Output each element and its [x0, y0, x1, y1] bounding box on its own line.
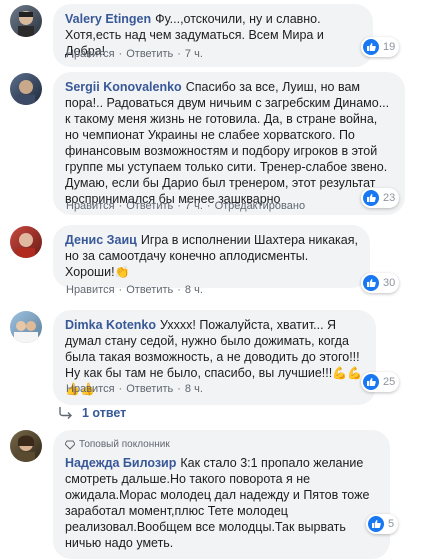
like-icon — [363, 275, 379, 291]
comment-author[interactable]: Надежда Билозир — [65, 456, 176, 470]
avatar[interactable] — [10, 430, 42, 462]
reaction-summary[interactable]: 5 — [366, 514, 399, 534]
top-fan-badge[interactable]: Топовый поклонник — [65, 437, 378, 453]
like-icon — [368, 516, 384, 532]
avatar-image — [18, 11, 34, 37]
timestamp[interactable]: 7 ч. — [185, 200, 203, 212]
reaction-summary[interactable]: 23 — [361, 188, 400, 208]
like-link[interactable]: Нравится — [66, 48, 115, 60]
like-icon — [363, 39, 379, 55]
timestamp[interactable]: 8 ч. — [185, 383, 203, 395]
avatar-image — [17, 435, 35, 462]
comment-bubble: Sergii Konovalenko Спасибо за все, Луиш, … — [53, 72, 405, 215]
timestamp[interactable]: 8 ч. — [185, 284, 203, 296]
flex-emoji-icon: 💪 — [332, 366, 348, 380]
comment-author[interactable]: Dimka Kotenko — [65, 318, 156, 332]
avatar-image — [17, 80, 35, 105]
comment-text-extra: Хороши! — [65, 265, 115, 279]
clap-emoji-icon: 👏 — [114, 265, 130, 279]
comment-author[interactable]: Денис Заиц — [65, 233, 137, 247]
comment-author[interactable]: Valery Etingen — [65, 12, 151, 26]
diamond-icon — [65, 440, 75, 450]
comment-bubble: Топовый поклонник Надежда Билозир Как ста… — [53, 430, 390, 559]
reaction-summary[interactable]: 30 — [361, 273, 400, 293]
comment-actions: Нравится · Ответить · 8 ч. — [66, 284, 203, 296]
avatar[interactable] — [10, 5, 42, 37]
like-icon — [363, 190, 379, 206]
reply-link[interactable]: Ответить — [126, 383, 173, 395]
avatar[interactable] — [10, 226, 42, 258]
reply-link[interactable]: Ответить — [126, 48, 173, 60]
flex-emoji-icon: 💪 — [347, 366, 363, 380]
reply-link[interactable]: Ответить — [126, 284, 173, 296]
comment-author[interactable]: Sergii Konovalenko — [65, 80, 182, 94]
comment-actions: Нравится · Ответить · 7 ч. · Отредактировано — [66, 200, 306, 212]
avatar-image — [14, 321, 38, 343]
like-link[interactable]: Нравится — [66, 200, 115, 212]
reply-link[interactable]: Ответить — [126, 200, 173, 212]
comment-text: Спасибо за все, Луиш, но вам пора!.. Рад… — [65, 80, 390, 206]
like-link[interactable]: Нравится — [66, 284, 115, 296]
reaction-count: 5 — [388, 518, 395, 530]
badge-label: Топовый поклонник — [79, 439, 170, 450]
like-icon — [363, 374, 379, 390]
comment-text: Как стало 3:1 пропало желание смотреть д… — [65, 456, 370, 550]
avatar-image — [17, 233, 35, 258]
like-link[interactable]: Нравится — [66, 383, 115, 395]
reaction-count: 19 — [383, 41, 396, 53]
reaction-summary[interactable]: 19 — [361, 37, 400, 57]
reply-arrow-icon — [59, 407, 72, 419]
view-replies-link[interactable]: 1 ответ — [58, 406, 126, 420]
reaction-count: 25 — [383, 376, 396, 388]
reaction-summary[interactable]: 25 — [361, 372, 400, 392]
comment-actions: Нравится · Ответить · 7 ч. — [66, 48, 203, 60]
avatar[interactable] — [10, 73, 42, 105]
comment-actions: Нравится · Ответить · 8 ч. — [66, 383, 203, 395]
reaction-count: 23 — [383, 192, 396, 204]
edited-label[interactable]: Отредактировано — [215, 200, 306, 212]
avatar[interactable] — [10, 311, 42, 343]
timestamp[interactable]: 7 ч. — [185, 48, 203, 60]
reaction-count: 30 — [383, 277, 396, 289]
comment-bubble: Денис Заиц Игра в исполнении Шахтера ника… — [53, 225, 370, 288]
replies-count: 1 ответ — [82, 406, 127, 420]
